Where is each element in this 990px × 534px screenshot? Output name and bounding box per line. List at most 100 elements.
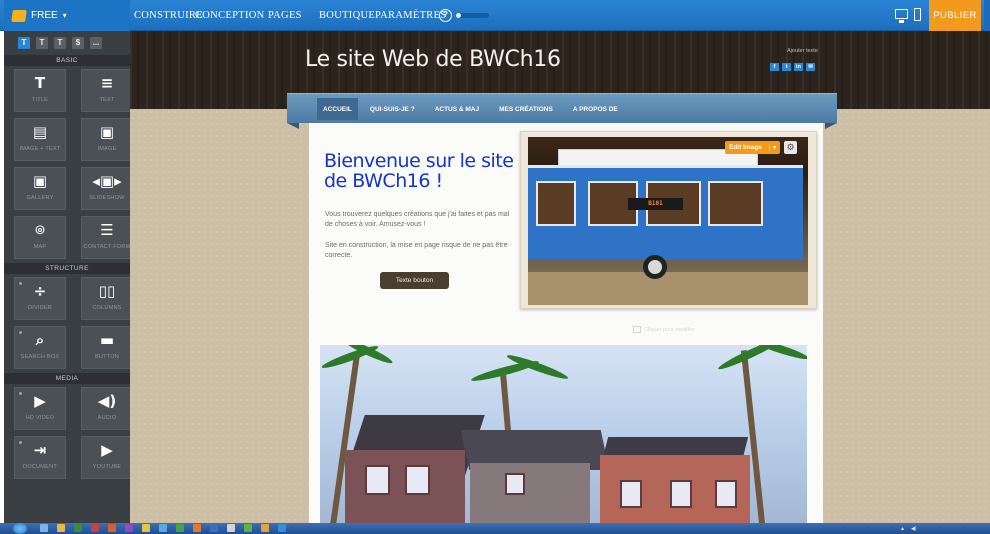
volume-icon[interactable]: ◀) xyxy=(911,526,917,532)
app-icon[interactable] xyxy=(176,524,184,532)
heading-tool-icon[interactable]: T xyxy=(36,37,48,49)
site-nav-qui-suis-je[interactable]: QUI-SUIS-JE ? xyxy=(360,94,425,124)
commerce-tool-icon[interactable]: $ xyxy=(72,37,84,49)
app-icon[interactable] xyxy=(210,524,218,532)
sidebar-element-label: MAP xyxy=(33,244,47,250)
sidebar-element-image[interactable]: ▣ IMAGE xyxy=(81,118,133,161)
browser-icon[interactable] xyxy=(159,524,167,532)
sidebar-element-hd-video[interactable]: ▶ HD VIDEO xyxy=(14,387,66,430)
sidebar-element-label: DIVIDER xyxy=(27,305,53,311)
sidebar-element-button[interactable]: ▬ BUTTON xyxy=(81,326,133,369)
app-icon[interactable] xyxy=(244,524,252,532)
bus-wheel xyxy=(643,255,667,279)
button-icon: ▬ xyxy=(99,331,115,349)
text-tool-icon[interactable]: T xyxy=(18,37,30,49)
start-button-icon[interactable] xyxy=(13,523,27,534)
app-icon[interactable] xyxy=(91,524,99,532)
house-wall xyxy=(345,450,465,523)
house-wall xyxy=(600,455,750,523)
sidebar-element-youtube[interactable]: ▶ YOUTUBE xyxy=(81,436,133,479)
bus-window xyxy=(536,181,576,226)
tab-construire[interactable]: CONSTRUIRE xyxy=(134,10,203,21)
hero-button[interactable]: Texte bouton xyxy=(380,272,449,289)
facebook-icon[interactable]: f xyxy=(770,63,779,71)
app-icon[interactable] xyxy=(227,524,235,532)
sidebar-element-contact-form[interactable]: ☰ CONTACT FORM xyxy=(81,216,133,259)
sidebar-element-slideshow[interactable]: ◂▣▸ SLIDESHOW xyxy=(81,167,133,210)
sidebar-element-label: IMAGE xyxy=(97,146,117,152)
desktop-view-icon[interactable] xyxy=(895,9,908,23)
more-tool-icon[interactable]: ... xyxy=(90,37,102,49)
app-icon[interactable] xyxy=(193,524,201,532)
sidebar-element-label: COLUMNS xyxy=(92,305,122,311)
app-icon[interactable] xyxy=(142,524,150,532)
sidebar-element-audio[interactable]: ◀) AUDIO xyxy=(81,387,133,430)
tab-conception[interactable]: CONCEPTION xyxy=(195,10,265,21)
site-nav-actus-maj[interactable]: ACTUS & MAJ xyxy=(425,94,489,124)
windows-taskbar: ▲ ◀) xyxy=(0,523,990,534)
social-icons: f t in ✉ xyxy=(770,63,815,71)
hero-paragraph-1[interactable]: Vous trouverez quelques créations que j'… xyxy=(325,210,510,230)
chevron-down-icon: ▾ xyxy=(769,144,776,151)
sidebar-element-columns[interactable]: ▯▯ COLUMNS xyxy=(81,277,133,320)
sidebar-element-label: TEXT xyxy=(99,97,115,103)
house-window xyxy=(670,480,692,508)
sidebar-section-title: MEDIA xyxy=(4,373,130,384)
audio-icon: ◀) xyxy=(97,392,117,410)
sidebar-element-label: SEARCH BOX xyxy=(20,354,60,360)
slideshow-icon: ◂▣▸ xyxy=(92,172,122,190)
linkedin-icon[interactable]: in xyxy=(794,63,803,71)
publish-button[interactable]: PUBLIER xyxy=(929,0,981,31)
sidebar-element-search-box[interactable]: ⌕ SEARCH BOX xyxy=(14,326,66,369)
app-icon[interactable] xyxy=(74,524,82,532)
sidebar-element-divider[interactable]: ÷ DIVIDER xyxy=(14,277,66,320)
plan-menu[interactable]: FREE ▾ xyxy=(4,0,130,31)
edit-image-button[interactable]: Edit Image ▾ xyxy=(725,141,780,154)
sidebar-element-image-text[interactable]: ▤ IMAGE + TEXT xyxy=(14,118,66,161)
image-caption[interactable]: Cliquer pour modifier xyxy=(644,327,695,333)
sidebar-element-title[interactable]: T TITLE xyxy=(14,69,66,112)
site-nav-mes-cr-ations[interactable]: MES CRÉATIONS xyxy=(489,94,563,124)
mobile-view-icon[interactable] xyxy=(914,8,921,21)
sidebar-element-text[interactable]: ≡ TEXT xyxy=(81,69,133,112)
house-window xyxy=(405,465,430,495)
network-icon[interactable]: ▲ xyxy=(900,526,905,532)
sidebar-element-document[interactable]: ⇥ DOCUMENT xyxy=(14,436,66,479)
help-icon[interactable]: ? xyxy=(439,9,452,22)
site-nav-accueil[interactable]: ACCUEIL xyxy=(317,98,358,120)
sidebar-element-label: GALLERY xyxy=(26,195,54,201)
tab-boutique[interactable]: BOUTIQUE xyxy=(319,10,375,21)
house-window xyxy=(505,473,525,495)
weebly-logo-icon xyxy=(11,9,27,22)
hero-paragraph-2[interactable]: Site en construction, la mise en page ri… xyxy=(325,241,510,261)
app-icon[interactable] xyxy=(261,524,269,532)
folder-icon[interactable] xyxy=(57,524,65,532)
sidebar-element-map[interactable]: ⌾ MAP xyxy=(14,216,66,259)
sidebar-element-label: IMAGE + TEXT xyxy=(19,146,61,152)
menu-icon[interactable] xyxy=(984,0,990,31)
sidebar-element-label: BUTTON xyxy=(94,354,120,360)
sidebar-element-gallery[interactable]: ▣ GALLERY xyxy=(14,167,66,210)
site-nav-a-propos-de[interactable]: A PROPOS DE xyxy=(563,94,628,124)
app-icon[interactable] xyxy=(125,524,133,532)
elements-sidebar: T T T $ ... BASIC T TITLE ≡ TEXT ▤ IMAGE + TEX… xyxy=(4,31,133,523)
app-icon[interactable] xyxy=(108,524,116,532)
gear-icon[interactable]: ⚙ xyxy=(784,141,797,154)
twitter-icon[interactable]: t xyxy=(782,63,791,71)
lego-bus-image[interactable]: B101 Edit Image ▾ ⚙ xyxy=(528,137,808,305)
sims-house-image[interactable] xyxy=(320,345,807,523)
page-content: Bienvenue sur le site de BWCh16 ! Vous t… xyxy=(309,123,823,523)
tab-parametres[interactable]: PARAMÈTRES xyxy=(375,10,446,21)
hero-heading[interactable]: Bienvenue sur le site de BWCh16 ! xyxy=(324,151,514,191)
image-text-icon: ▤ xyxy=(32,123,48,141)
bus-floor xyxy=(528,272,808,305)
app-icon[interactable] xyxy=(278,524,286,532)
tab-pages[interactable]: PAGES xyxy=(268,10,302,21)
add-text-link[interactable]: Ajouter texte xyxy=(787,48,818,54)
premium-dot-icon xyxy=(19,392,22,395)
site-title[interactable]: Le site Web de BWCh16 xyxy=(305,47,561,72)
explorer-icon[interactable] xyxy=(40,524,48,532)
mail-icon[interactable]: ✉ xyxy=(806,63,815,71)
house-wall xyxy=(470,463,590,523)
media-tool-icon[interactable]: T xyxy=(54,37,66,49)
